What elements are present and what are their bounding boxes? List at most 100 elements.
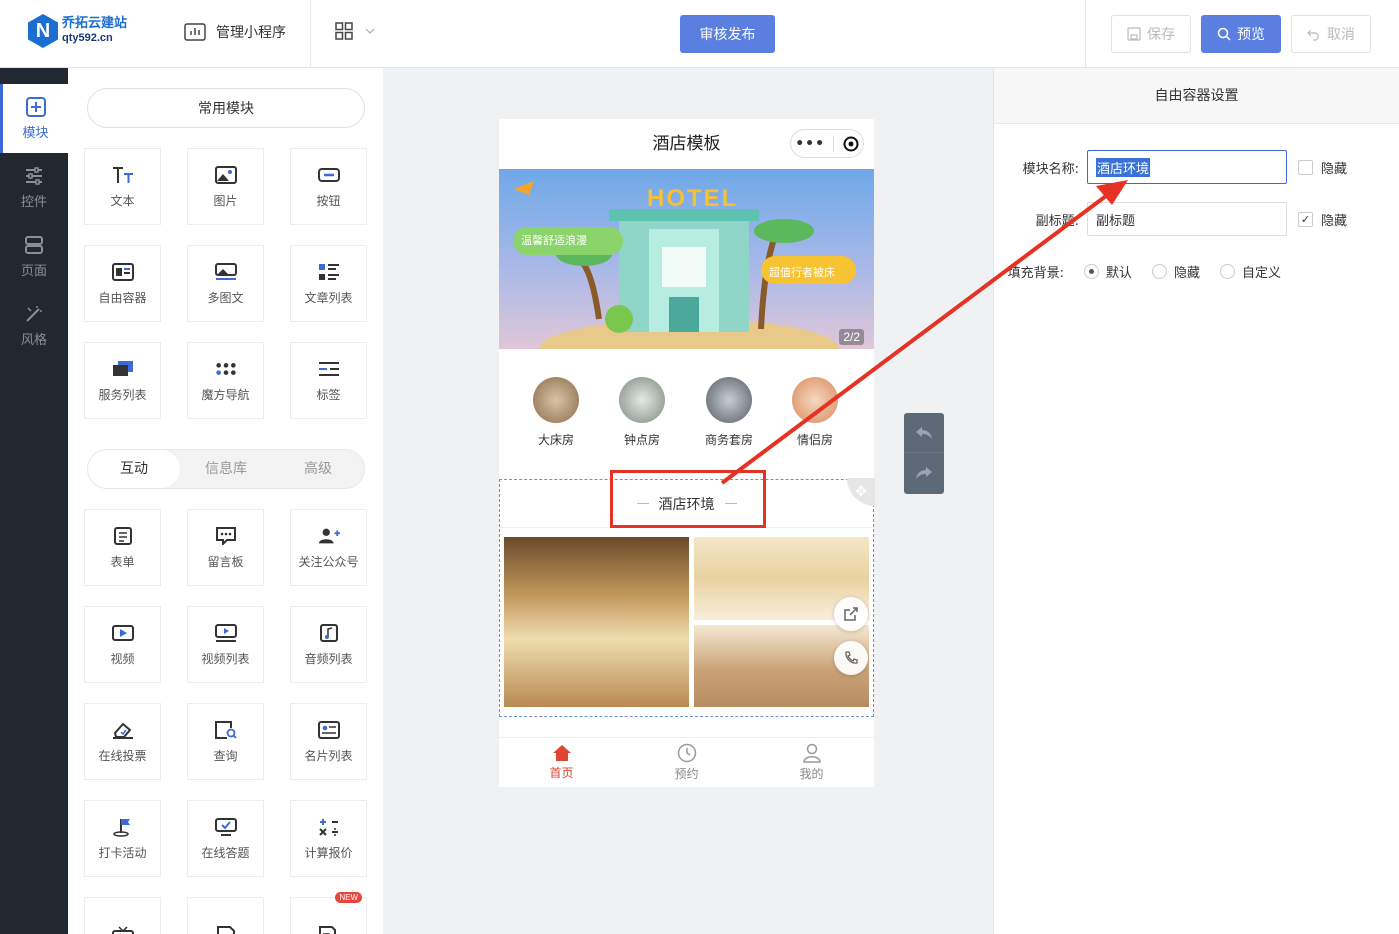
category-couple-room[interactable]: 情侣房 xyxy=(785,377,845,448)
tag-icon xyxy=(318,359,340,379)
bg-hide-radio[interactable] xyxy=(1152,264,1168,279)
undo-icon xyxy=(916,426,932,439)
nav-item-controls[interactable]: 控件 xyxy=(0,153,68,222)
pages-icon xyxy=(25,235,43,254)
settings-title: 自由容器设置 xyxy=(994,68,1399,124)
save-icon xyxy=(1127,27,1141,41)
module-button[interactable]: 按钮 xyxy=(290,148,367,225)
room-categories: 大床房 钟点房 商务套房 情侣房 xyxy=(499,357,874,469)
manage-miniprogram-button[interactable]: 管理小程序 xyxy=(184,22,286,42)
nav-item-style[interactable]: 风格 xyxy=(0,291,68,360)
undo-button[interactable] xyxy=(904,413,944,453)
card-list-icon xyxy=(317,720,340,740)
cancel-button[interactable]: 取消 xyxy=(1291,15,1371,53)
vote-icon xyxy=(112,720,134,740)
common-modules-header[interactable]: 常用模块 xyxy=(87,88,365,128)
tab-home[interactable]: 首页 xyxy=(499,738,624,787)
nav-item-modules[interactable]: 模块 xyxy=(0,84,68,153)
form-icon xyxy=(112,526,134,546)
tab-advanced[interactable]: 高级 xyxy=(272,450,364,488)
bg-custom-radio[interactable] xyxy=(1220,264,1236,279)
module-message-board[interactable]: 留言板 xyxy=(187,509,264,586)
redo-button[interactable] xyxy=(904,453,944,493)
module-name-input[interactable]: 酒店环境 xyxy=(1087,150,1287,184)
logo[interactable]: N 乔拓云建站 qty592.cn xyxy=(28,14,127,48)
chart-icon xyxy=(184,23,206,41)
module-name-hide-checkbox[interactable] xyxy=(1298,159,1313,175)
share-button[interactable] xyxy=(834,597,868,631)
module-doc-list[interactable] xyxy=(187,897,264,934)
audio-list-icon xyxy=(318,623,340,643)
tab-booking[interactable]: 预约 xyxy=(624,738,749,787)
module-multi-image[interactable]: 多图文 xyxy=(187,245,264,322)
category-king-room[interactable]: 大床房 xyxy=(526,377,586,448)
module-name-label: 模块名称: xyxy=(1022,161,1079,177)
module-service-list[interactable]: 服务列表 xyxy=(84,342,161,419)
close-target-icon xyxy=(843,136,859,151)
logo-mark: N xyxy=(28,14,58,48)
module-follow-account[interactable]: 关注公众号 xyxy=(290,509,367,586)
tab-info-library[interactable]: 信息库 xyxy=(180,450,272,488)
module-name-row: 模块名称: 酒店环境 隐藏 xyxy=(994,150,1347,184)
undo-icon xyxy=(1307,29,1319,41)
category-hourly-room[interactable]: 钟点房 xyxy=(612,377,672,448)
module-card-list[interactable]: 名片列表 xyxy=(290,703,367,780)
phone-preview: 酒店模板 ••• HOTEL 温馨舒适浪漫 超值行者被床 2/2 大床房 钟点房… xyxy=(499,119,875,787)
module-doc-video[interactable]: NEW xyxy=(290,892,367,934)
divider xyxy=(310,0,311,68)
tab-interactive[interactable]: 互动 xyxy=(88,450,180,488)
module-image[interactable]: 图片 xyxy=(187,148,264,225)
tab-mine[interactable]: 我的 xyxy=(749,738,874,787)
user-icon xyxy=(802,743,821,763)
module-query[interactable]: 查询 xyxy=(187,703,264,780)
category-business-suite[interactable]: 商务套房 xyxy=(699,377,759,448)
module-form[interactable]: 表单 xyxy=(84,509,161,586)
app-switcher[interactable] xyxy=(335,22,375,40)
multi-image-icon xyxy=(214,262,237,282)
doc-list-icon xyxy=(215,925,237,934)
module-article-list[interactable]: 文章列表 xyxy=(290,245,367,322)
top-header: N 乔拓云建站 qty592.cn 管理小程序 审核发布 保存 预览 取消 xyxy=(0,0,1399,68)
nav-item-pages[interactable]: 页面 xyxy=(0,222,68,291)
redo-icon xyxy=(916,467,932,479)
module-tag[interactable]: 标签 xyxy=(290,342,367,419)
hotel-banner[interactable]: HOTEL 温馨舒适浪漫 超值行者被床 2/2 xyxy=(499,169,874,349)
miniprogram-capsule[interactable]: ••• xyxy=(790,129,864,158)
lobby-image[interactable] xyxy=(504,537,689,707)
phone-call-button[interactable] xyxy=(834,641,868,675)
query-icon xyxy=(214,720,237,740)
save-button[interactable]: 保存 xyxy=(1111,15,1191,53)
follow-account-icon xyxy=(318,526,340,546)
module-video-list[interactable]: 视频列表 xyxy=(187,606,264,683)
subtitle-row: 副标题: 副标题 ✓ 隐藏 xyxy=(994,202,1347,236)
container-icon xyxy=(111,262,134,282)
fill-background-label: 填充背景: xyxy=(1007,266,1064,281)
module-text[interactable]: 文本 xyxy=(84,148,161,225)
new-badge: NEW xyxy=(335,892,362,903)
message-board-icon xyxy=(215,526,237,546)
fill-background-row: 填充背景: 默认 隐藏 自定义 xyxy=(972,262,1281,281)
subtitle-hide-checkbox[interactable]: ✓ xyxy=(1298,211,1313,227)
module-quiz[interactable]: 在线答题 xyxy=(187,800,264,877)
module-video[interactable]: 视频 xyxy=(84,606,161,683)
module-audio-list[interactable]: 音频列表 xyxy=(290,606,367,683)
module-checkin[interactable]: 打卡活动 xyxy=(84,800,161,877)
module-vote[interactable]: 在线投票 xyxy=(84,703,161,780)
module-tv[interactable] xyxy=(84,897,161,934)
service-list-icon xyxy=(112,359,134,379)
module-cube-nav[interactable]: 魔方导航 xyxy=(187,342,264,419)
grid-icon xyxy=(335,22,353,40)
video-icon xyxy=(111,623,134,643)
category-thumb xyxy=(706,377,752,423)
submit-publish-button[interactable]: 审核发布 xyxy=(680,15,775,53)
annotation-highlight-box xyxy=(610,470,766,528)
bg-default-radio[interactable] xyxy=(1084,264,1099,279)
bottom-tabbar: 首页 预约 我的 xyxy=(499,737,874,787)
undo-redo-panel xyxy=(904,413,944,494)
preview-button[interactable]: 预览 xyxy=(1201,15,1281,53)
divider xyxy=(1085,0,1086,68)
calculator-icon xyxy=(318,817,340,837)
module-calculator[interactable]: 计算报价 xyxy=(290,800,367,877)
subtitle-input[interactable]: 副标题 xyxy=(1087,202,1287,236)
module-container[interactable]: 自由容器 xyxy=(84,245,161,322)
